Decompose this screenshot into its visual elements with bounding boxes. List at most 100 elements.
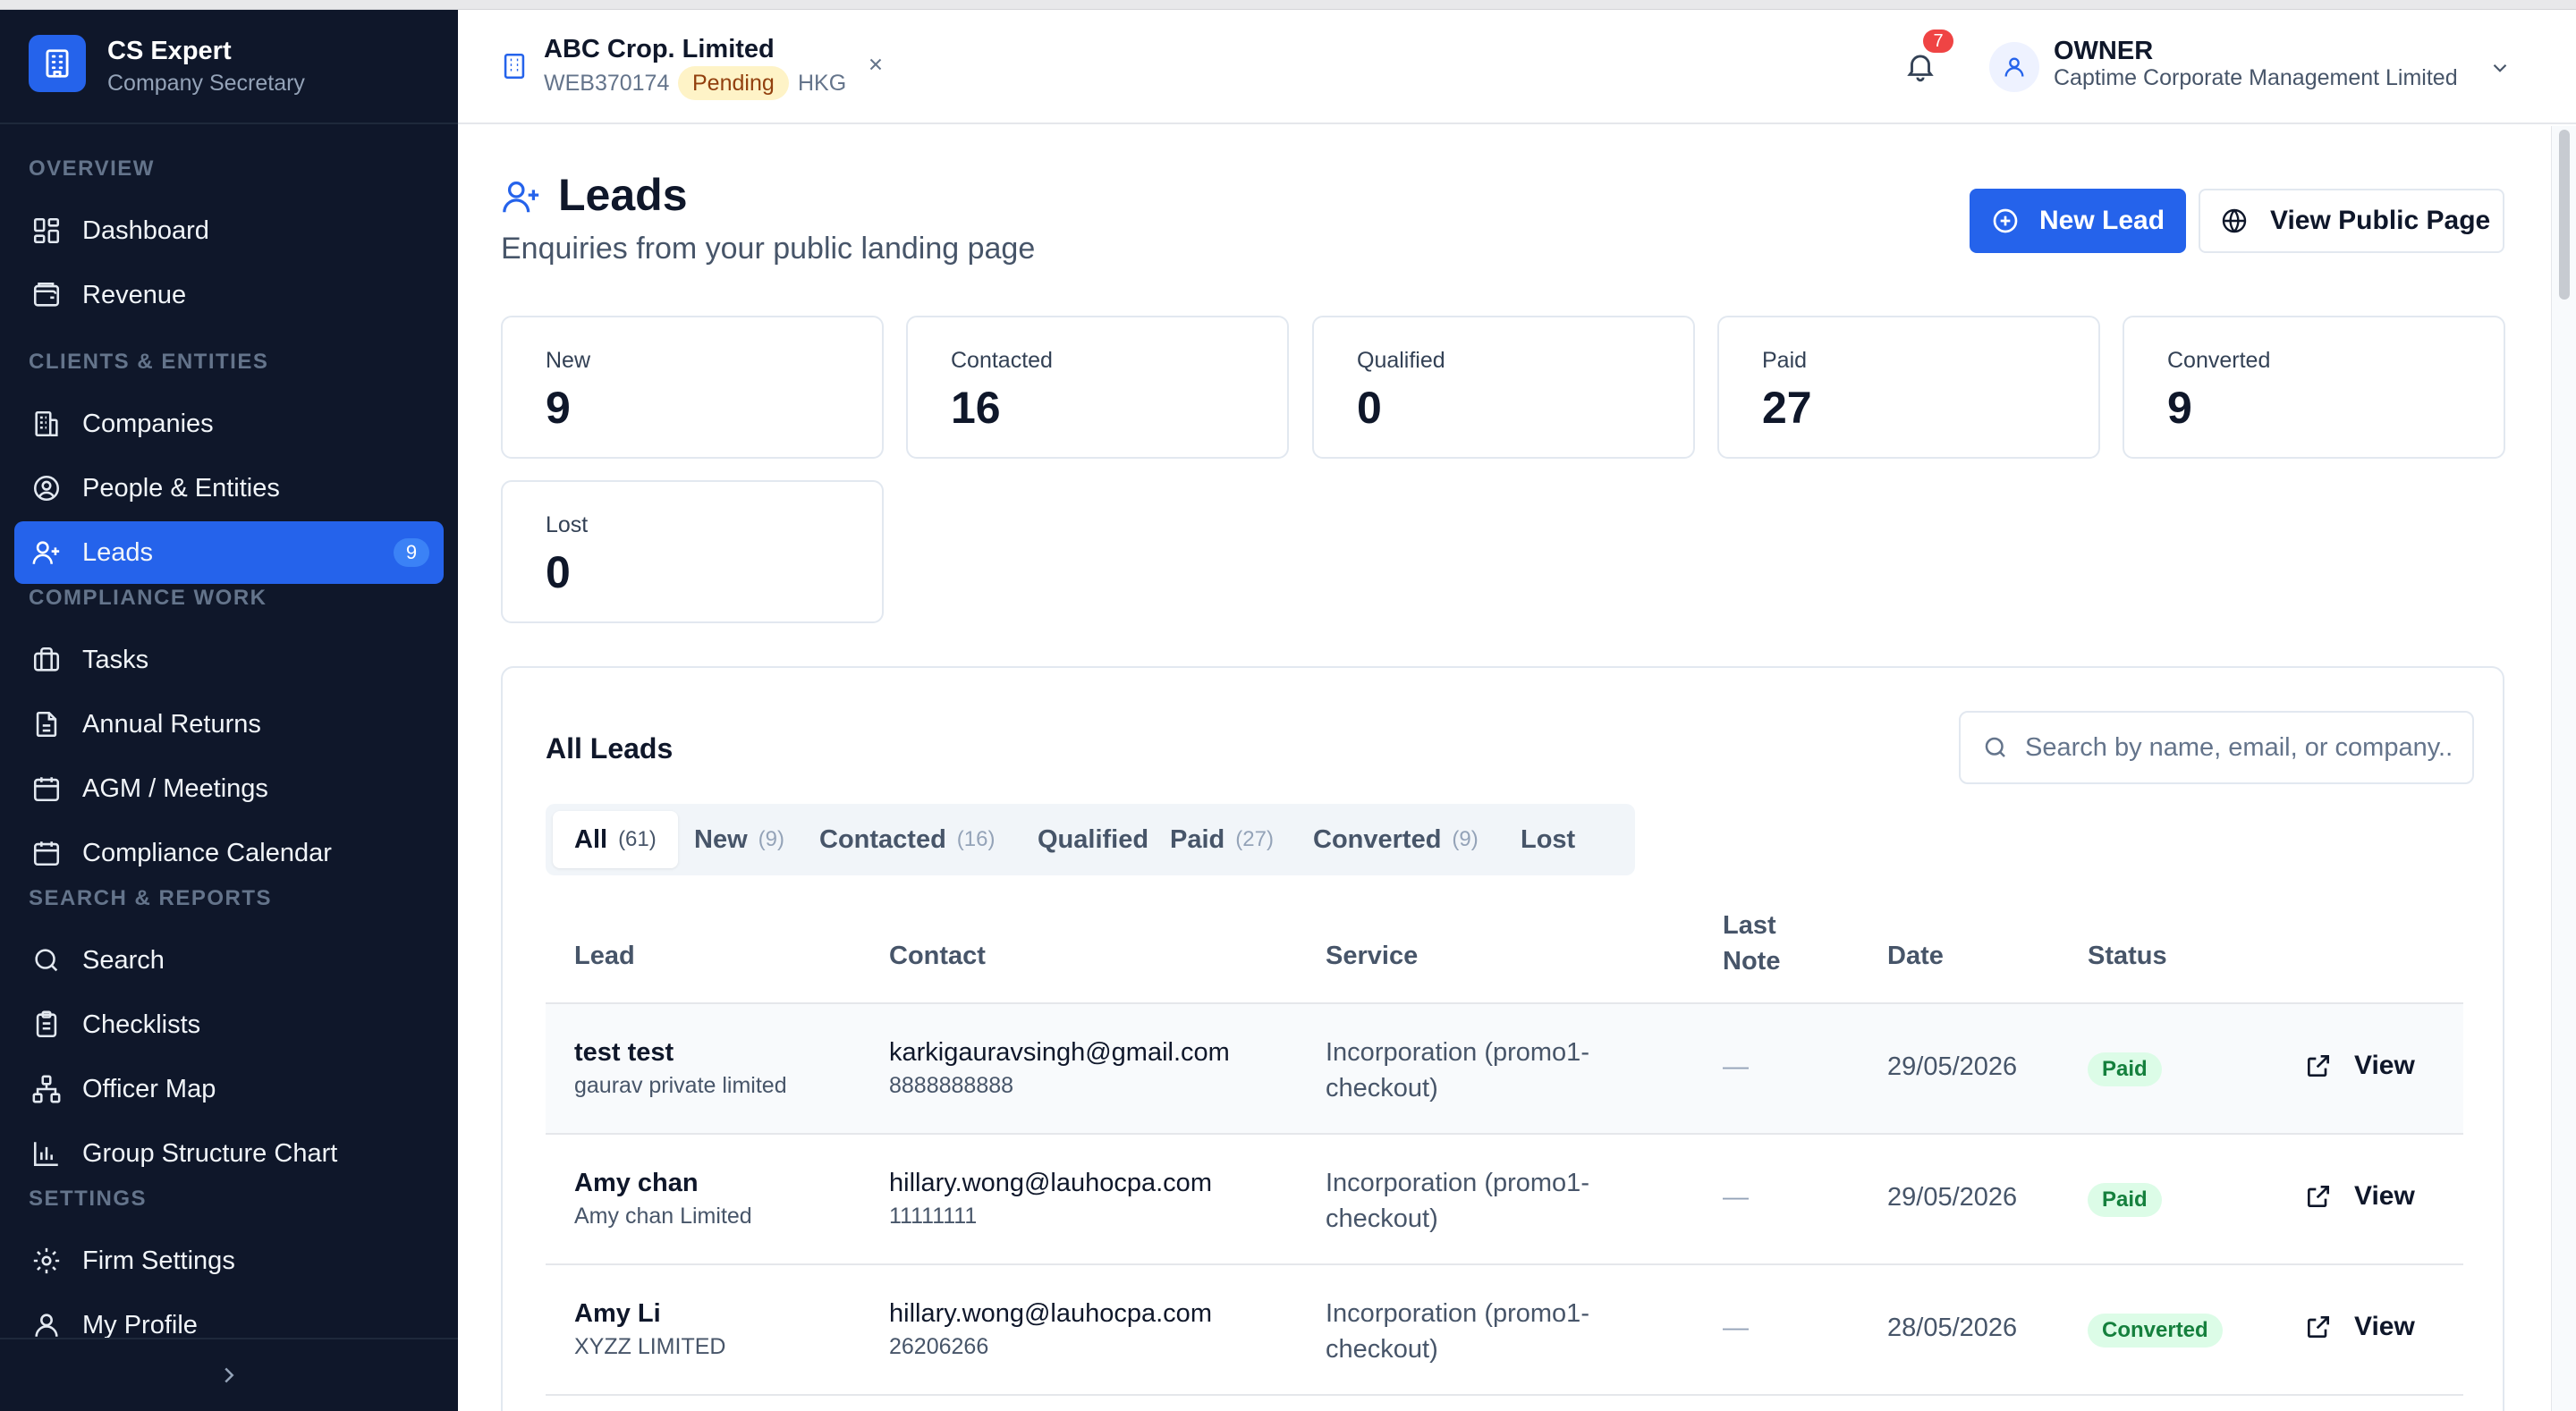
chevron-down-icon[interactable] [2488, 56, 2512, 80]
tab-new[interactable]: New (9) [673, 811, 806, 868]
contact-cell: karkigauravsingh@gmail.com 8888888888 [889, 1038, 1230, 1099]
view-button[interactable]: View [2304, 1051, 2415, 1081]
building-icon [29, 406, 64, 442]
service-line: Incorporation (promo1- [1326, 1299, 1589, 1328]
page-title: Leads [558, 170, 688, 220]
brand: CS Expert Company Secretary [0, 10, 458, 124]
service-line: checkout) [1326, 1204, 1438, 1233]
avatar[interactable] [1989, 42, 2039, 92]
status-cell: Converted [2088, 1314, 2223, 1348]
sidebar-item-label: Dashboard [82, 215, 209, 245]
search-input[interactable] [2025, 732, 2454, 763]
lead-company: gaurav private limited [574, 1073, 787, 1098]
tab-converted[interactable]: Converted (9) [1292, 811, 1500, 868]
sidebar-item-label: Search [82, 945, 165, 975]
sidebar-item-tasks[interactable]: Tasks [14, 629, 444, 691]
sidebar-item-officer-map[interactable]: Officer Map [14, 1058, 444, 1120]
last-note: — [1723, 1052, 1749, 1081]
table-row[interactable]: Amy chan Amy chan Limited hillary.wong@l… [546, 1135, 2463, 1265]
lead-date: 28/05/2026 [1887, 1314, 2018, 1342]
stat-card-contacted[interactable]: Contacted 16 [906, 316, 1289, 459]
sidebar-item-people[interactable]: People & Entities [14, 457, 444, 520]
section-search: SEARCH & REPORTS [29, 886, 273, 910]
status-badge: Paid [2088, 1183, 2162, 1217]
sidebar-collapse-button[interactable] [0, 1338, 458, 1411]
tab-all[interactable]: All (61) [553, 811, 678, 868]
gear-icon [29, 1243, 64, 1279]
sidebar-item-annual-returns[interactable]: Annual Returns [14, 693, 444, 756]
new-lead-button[interactable]: New Lead [1970, 189, 2186, 253]
view-button[interactable]: View [2304, 1312, 2415, 1342]
column-date: Date [1887, 942, 1944, 970]
status-badge: Paid [2088, 1052, 2162, 1086]
status-cell: Paid [2088, 1052, 2162, 1086]
section-overview: OVERVIEW [29, 156, 155, 181]
tab-label: Converted [1313, 824, 1442, 854]
close-icon[interactable] [866, 55, 886, 74]
stat-card-qualified[interactable]: Qualified 0 [1312, 316, 1695, 459]
lead-search[interactable] [1959, 711, 2474, 784]
main-scrollbar[interactable] [2551, 126, 2576, 1411]
sidebar-item-search[interactable]: Search [14, 929, 444, 992]
stat-card-lost[interactable]: Lost 0 [501, 480, 884, 623]
sidebar-item-label: People & Entities [82, 473, 280, 503]
tab-label: New [694, 824, 748, 854]
stat-label: Qualified [1357, 348, 1445, 373]
sidebar-item-group-structure[interactable]: Group Structure Chart [14, 1122, 444, 1185]
column-last-note-2: Note [1723, 947, 1781, 976]
contact-email: hillary.wong@lauhocpa.com [889, 1299, 1212, 1328]
column-contact: Contact [889, 942, 986, 970]
scrollbar-thumb[interactable] [2559, 130, 2570, 300]
tab-contacted[interactable]: Contacted (16) [798, 811, 1016, 868]
contact-phone: 8888888888 [889, 1073, 1014, 1098]
sidebar-item-label: Revenue [82, 280, 187, 309]
main-content: Leads Enquiries from your public landing… [458, 126, 2551, 1411]
tab-paid[interactable]: Paid (27) [1148, 811, 1295, 868]
brand-name: CS Expert [107, 37, 232, 65]
sidebar-item-label: Officer Map [82, 1074, 216, 1103]
status-filter-tabs: All (61) New (9) Contacted (16) Qualified P… [546, 804, 1635, 875]
status-cell: Paid [2088, 1183, 2162, 1217]
top-header: ABC Crop. Limited WEB370174 Pending HKG … [458, 10, 2576, 124]
search-icon [1982, 734, 2009, 761]
tab-qualified[interactable]: Qualified [1016, 811, 1170, 868]
sidebar-item-dashboard[interactable]: Dashboard [14, 199, 444, 262]
tab-label: Lost [1521, 824, 1576, 854]
stat-card-converted[interactable]: Converted 9 [2123, 316, 2505, 459]
lead-name: Amy chan [574, 1169, 699, 1197]
active-company-name[interactable]: ABC Crop. Limited [544, 35, 775, 64]
view-label: View [2354, 1312, 2415, 1341]
browser-top-strip [0, 0, 2576, 10]
sidebar-item-leads[interactable]: Leads 9 [14, 521, 444, 584]
column-status: Status [2088, 942, 2167, 970]
stat-card-new[interactable]: New 9 [501, 316, 884, 459]
stat-label: Contacted [951, 348, 1053, 373]
sidebar-item-revenue[interactable]: Revenue [14, 264, 444, 326]
building-icon [499, 51, 530, 81]
bell-icon[interactable] [1903, 49, 1937, 83]
active-company-id: WEB370174 [544, 71, 670, 96]
external-link-icon [2304, 1182, 2333, 1211]
sidebar-item-firm-settings[interactable]: Firm Settings [14, 1229, 444, 1292]
building-icon [29, 35, 86, 92]
lead-cell: Amy chan Amy chan Limited [574, 1169, 752, 1229]
table-row[interactable]: Amy Li XYZZ LIMITED hillary.wong@lauhocp… [546, 1265, 2463, 1396]
sidebar-item-label: Checklists [82, 1010, 201, 1039]
view-button[interactable]: View [2304, 1181, 2415, 1212]
tab-count: (9) [758, 827, 784, 851]
tab-lost[interactable]: Lost [1499, 811, 1597, 868]
sidebar-item-compliance-calendar[interactable]: Compliance Calendar [14, 822, 444, 884]
contact-cell: hillary.wong@lauhocpa.com 11111111 [889, 1169, 1212, 1229]
table-row[interactable]: test test gaurav private limited karkiga… [546, 1004, 2463, 1135]
clipboard-icon [29, 1007, 64, 1043]
stat-card-paid[interactable]: Paid 27 [1717, 316, 2100, 459]
sidebar-item-checklists[interactable]: Checklists [14, 993, 444, 1056]
search-icon [29, 942, 64, 978]
sidebar-item-label: Compliance Calendar [82, 838, 332, 867]
page-subtitle: Enquiries from your public landing page [501, 232, 1036, 266]
sidebar-item-agm[interactable]: AGM / Meetings [14, 757, 444, 820]
sidebar-item-companies[interactable]: Companies [14, 393, 444, 455]
view-public-page-button[interactable]: View Public Page [2199, 189, 2504, 253]
service-cell: Incorporation (promo1- checkout) [1326, 1035, 1630, 1106]
dashboard-icon [29, 213, 64, 249]
